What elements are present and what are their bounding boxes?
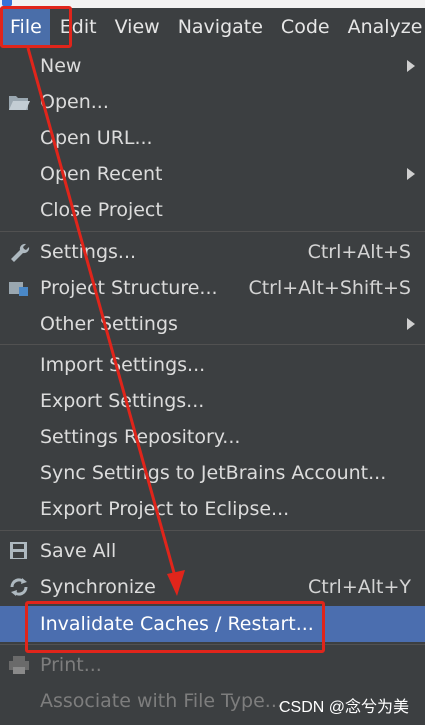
annotation-arrow-head <box>167 570 185 596</box>
annotation-arrow <box>26 47 185 596</box>
watermark: CSDN @念兮为美 <box>278 699 409 716</box>
annotation-arrow-line <box>26 47 178 581</box>
